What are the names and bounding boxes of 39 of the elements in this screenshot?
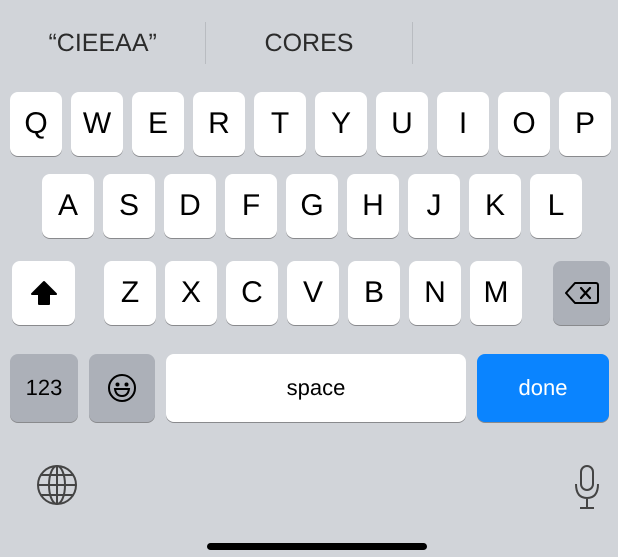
letter-key[interactable]: D: [164, 174, 216, 238]
letter-key[interactable]: H: [347, 174, 399, 238]
globe-icon[interactable]: [36, 464, 78, 506]
shift-icon: [30, 279, 58, 307]
letter-key[interactable]: L: [530, 174, 582, 238]
microphone-icon[interactable]: [574, 464, 600, 510]
letter-key[interactable]: J: [408, 174, 460, 238]
letter-key[interactable]: S: [103, 174, 155, 238]
letter-key[interactable]: Z: [104, 261, 156, 325]
letter-key[interactable]: I: [437, 92, 489, 156]
letter-key[interactable]: V: [287, 261, 339, 325]
done-key[interactable]: done: [477, 354, 609, 422]
letter-key[interactable]: X: [165, 261, 217, 325]
letter-key[interactable]: K: [469, 174, 521, 238]
letter-key[interactable]: E: [132, 92, 184, 156]
letter-key[interactable]: R: [193, 92, 245, 156]
letter-key[interactable]: C: [226, 261, 278, 325]
letter-key[interactable]: U: [376, 92, 428, 156]
numbers-key[interactable]: 123: [10, 354, 78, 422]
letter-key[interactable]: Y: [315, 92, 367, 156]
letter-key[interactable]: T: [254, 92, 306, 156]
delete-key[interactable]: [553, 261, 610, 325]
emoji-icon: [107, 373, 137, 403]
suggestion[interactable]: “CIEEAA”: [48, 28, 157, 58]
emoji-key[interactable]: [89, 354, 155, 422]
letter-key[interactable]: F: [225, 174, 277, 238]
suggestion[interactable]: CORES: [264, 28, 354, 58]
letter-key[interactable]: P: [559, 92, 611, 156]
letter-key[interactable]: A: [42, 174, 94, 238]
space-bar[interactable]: space: [166, 354, 466, 422]
letter-key[interactable]: N: [409, 261, 461, 325]
shift-key[interactable]: [12, 261, 75, 325]
letter-key[interactable]: Q: [10, 92, 62, 156]
letter-key[interactable]: W: [71, 92, 123, 156]
letter-key[interactable]: B: [348, 261, 400, 325]
letter-key[interactable]: M: [470, 261, 522, 325]
letter-key[interactable]: G: [286, 174, 338, 238]
delete-icon: [564, 281, 598, 305]
letter-key[interactable]: O: [498, 92, 550, 156]
